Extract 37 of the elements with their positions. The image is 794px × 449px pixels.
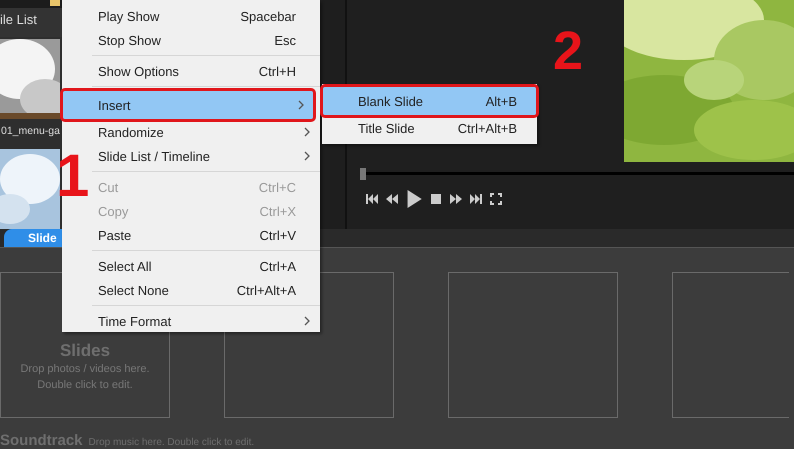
shortcut-label: Ctrl+Alt+A: [236, 282, 296, 298]
placeholder-hint: Double click to edit.: [37, 378, 133, 394]
slider-thumb[interactable]: [360, 168, 366, 180]
menu-item[interactable]: Play Show Spacebar: [92, 4, 320, 28]
menu-item[interactable]: Blank Slide Alt+B: [322, 86, 537, 116]
shortcut-label: Ctrl+A: [260, 258, 296, 274]
timeline-slider[interactable]: [363, 168, 794, 178]
chevron-right-icon: [304, 316, 310, 326]
chevron-right-icon: [304, 127, 310, 137]
shortcut-label: Ctrl+Alt+B: [458, 120, 517, 136]
step-number: 2: [553, 24, 584, 78]
fullscreen-icon[interactable]: [489, 192, 503, 206]
menu-item[interactable]: Paste Ctrl+V: [92, 223, 320, 247]
shortcut-label: Ctrl+V: [260, 228, 296, 242]
menu-item[interactable]: Insert: [62, 90, 314, 120]
play-icon[interactable]: [405, 190, 423, 208]
shortcut-label: Ctrl+C: [258, 180, 296, 194]
menu-item[interactable]: Show Options Ctrl+H: [92, 59, 320, 83]
skip-end-icon[interactable]: [469, 192, 483, 206]
menu-item[interactable]: Randomize: [92, 120, 320, 144]
placeholder-hint: Drop photos / videos here.: [20, 362, 150, 378]
chevron-right-icon: [298, 100, 304, 110]
menu-item[interactable]: Title Slide Ctrl+Alt+B: [322, 116, 537, 140]
panel-title: ile List: [0, 8, 64, 37]
shortcut-label: Ctrl+X: [260, 204, 296, 218]
menu-item[interactable]: Slide List / Timeline: [92, 144, 320, 168]
rewind-icon[interactable]: [385, 192, 399, 206]
shortcut-label: Spacebar: [240, 8, 296, 24]
shortcut-label: Esc: [274, 32, 296, 48]
shortcut-label: Ctrl+H: [258, 64, 296, 78]
stop-icon[interactable]: [429, 192, 443, 206]
fast-forward-icon[interactable]: [449, 192, 463, 206]
shortcut-label: Alt+B: [486, 94, 517, 108]
menu-item[interactable]: Stop Show Esc: [92, 28, 320, 52]
chevron-right-icon: [304, 151, 310, 161]
file-name: 01_menu-ga: [0, 124, 61, 139]
skip-start-icon[interactable]: [365, 192, 379, 206]
